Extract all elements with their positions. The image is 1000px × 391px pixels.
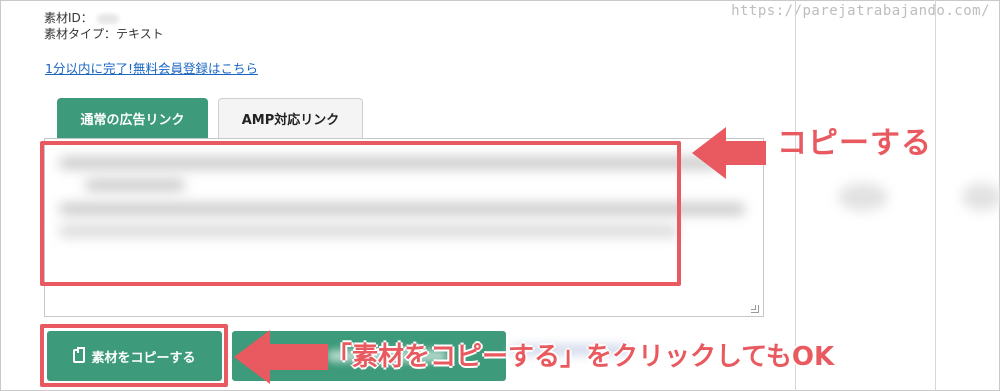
tab-standard-ad-link[interactable]: 通常の広告リンク (57, 98, 208, 138)
material-type: 素材タイプ：テキスト (44, 27, 164, 41)
tab-amp-link[interactable]: AMP対応リンク (218, 98, 363, 138)
annotation-copy: コピーする (777, 126, 932, 161)
material-id: 素材ID： (44, 9, 119, 26)
resize-handle-icon[interactable] (751, 305, 759, 313)
textarea-highlight-box (40, 141, 681, 286)
column-divider (935, 0, 936, 391)
copy-button-highlight-box (40, 324, 228, 387)
annotation-click-copy-button: 「素材をコピーする」をクリックしてもOK (326, 342, 835, 372)
material-id-value-redacted (96, 13, 119, 24)
free-registration-link[interactable]: 1分以内に完了!無料会員登録はこちら (45, 58, 258, 77)
arrow-left-pointing-icon (692, 127, 766, 179)
arrow-left-icon (234, 330, 328, 384)
blurred-cell (838, 183, 888, 211)
watermark: https://parejatrabajando.com/ (731, 3, 990, 19)
material-id-label: 素材ID： (44, 11, 93, 25)
blurred-cell (962, 183, 1000, 211)
column-divider (795, 0, 796, 391)
